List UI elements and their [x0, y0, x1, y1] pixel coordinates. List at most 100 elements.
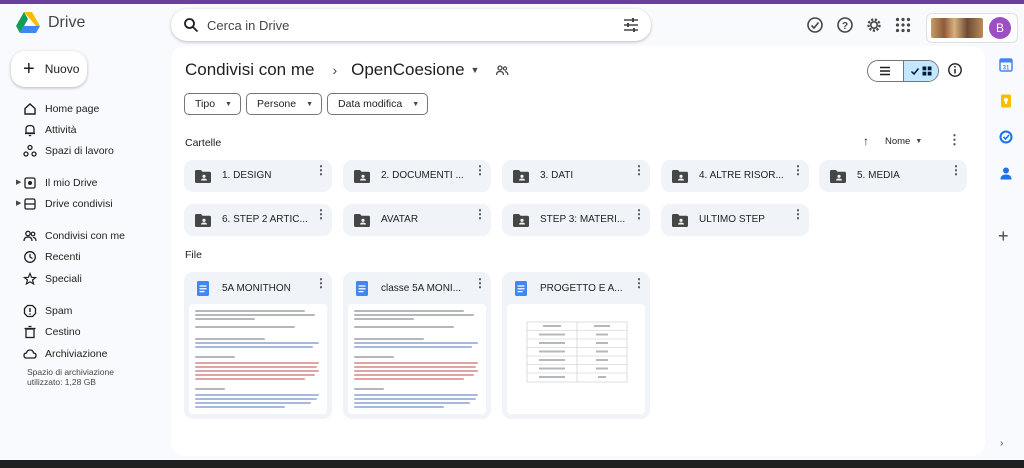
- filter-people[interactable]: Persone ▼: [245, 93, 323, 115]
- search-input[interactable]: [207, 16, 587, 34]
- sidebar-item-trash[interactable]: Cestino: [0, 322, 170, 342]
- more-options-icon[interactable]: ⋮: [474, 208, 486, 220]
- table-preview: [526, 321, 628, 383]
- trash-icon: [24, 325, 36, 339]
- list-view-button[interactable]: [868, 61, 903, 81]
- more-options-icon[interactable]: ⋮: [633, 164, 645, 176]
- sort-label: Nome: [885, 135, 911, 147]
- sidebar-item-spam[interactable]: Spam: [0, 301, 170, 321]
- more-options-icon[interactable]: ⋮: [474, 164, 486, 176]
- folder-card[interactable]: 3. DATI ⋮: [502, 160, 650, 192]
- folder-card[interactable]: 1. DESIGN ⋮: [184, 160, 332, 192]
- search-bar[interactable]: [171, 9, 651, 41]
- sidebar-item-shared-drives[interactable]: ▶ Drive condivisi: [0, 194, 170, 214]
- list-icon: [880, 66, 891, 76]
- avatar[interactable]: B: [989, 17, 1011, 39]
- folders-section-title: Cartelle: [185, 137, 222, 149]
- more-options-icon[interactable]: ⋮: [315, 277, 327, 289]
- more-options-icon[interactable]: ⋮: [792, 164, 804, 176]
- google-docs-icon: [197, 281, 209, 296]
- more-options-icon[interactable]: ⋮: [633, 277, 645, 289]
- help-icon[interactable]: ?: [836, 16, 854, 34]
- file-card[interactable]: 5A MONITHON ⋮: [184, 272, 332, 419]
- folder-card[interactable]: ULTIMO STEP ⋮: [661, 204, 809, 236]
- apps-grid-icon[interactable]: [894, 16, 912, 34]
- breadcrumb-current[interactable]: OpenCoesione: [351, 60, 464, 80]
- more-options-icon[interactable]: ⋮: [315, 164, 327, 176]
- cloud-icon: [23, 349, 37, 359]
- filter-chips: Tipo ▼ Persone ▼ Data modifica ▼: [184, 93, 429, 115]
- shared-folder-icon[interactable]: [495, 63, 509, 77]
- bottom-bar: [0, 460, 1024, 468]
- shared-folder-icon: [354, 170, 370, 183]
- folder-card[interactable]: 6. STEP 2 ARTIC... ⋮: [184, 204, 332, 236]
- shared-folder-icon: [672, 214, 688, 227]
- grid-view-button[interactable]: [902, 61, 938, 81]
- check-icon: [910, 68, 920, 76]
- sidebar-item-my-drive[interactable]: ▶ Il mio Drive: [0, 173, 170, 193]
- shared-folder-icon: [195, 170, 211, 183]
- sidebar-item-shared-with-me[interactable]: Condivisi con me: [0, 226, 170, 246]
- chevron-right-icon[interactable]: ›: [1000, 438, 1003, 449]
- sidebar-item-storage[interactable]: Archiviazione: [0, 344, 170, 364]
- sidebar-item-starred[interactable]: Speciali: [0, 269, 170, 289]
- more-options-icon[interactable]: ⋮: [633, 208, 645, 220]
- folder-card[interactable]: 5. MEDIA ⋮: [819, 160, 967, 192]
- more-options-icon[interactable]: ⋮: [950, 164, 962, 176]
- clock-icon: [24, 251, 36, 263]
- expand-caret-icon[interactable]: ▶: [16, 178, 21, 186]
- chevron-down-icon: ▼: [225, 100, 232, 108]
- home-icon: [24, 103, 36, 115]
- filter-type[interactable]: Tipo ▼: [184, 93, 241, 115]
- sidebar-item-workspaces[interactable]: Spazi di lavoro: [0, 141, 170, 161]
- expand-caret-icon[interactable]: ▶: [16, 199, 21, 207]
- filter-modified-date[interactable]: Data modifica ▼: [327, 93, 429, 115]
- search-options-icon[interactable]: [623, 17, 639, 33]
- sidebar-item-label: Spam: [45, 305, 73, 317]
- more-options-icon[interactable]: ⋮: [315, 208, 327, 220]
- file-card[interactable]: PROGETTO E A... ⋮: [502, 272, 650, 419]
- file-name: 5A MONITHON: [222, 283, 291, 294]
- file-card[interactable]: classe 5A MONI... ⋮: [343, 272, 491, 419]
- folder-card[interactable]: AVATAR ⋮: [343, 204, 491, 236]
- folder-card[interactable]: STEP 3: MATERI... ⋮: [502, 204, 650, 236]
- folder-card[interactable]: 4. ALTRE RISOR... ⋮: [661, 160, 809, 192]
- sidebar-item-recent[interactable]: Recenti: [0, 247, 170, 267]
- new-button[interactable]: + Nuovo: [11, 51, 87, 87]
- calendar-icon[interactable]: 31: [999, 58, 1013, 72]
- sidebar-item-activity[interactable]: Attività: [0, 120, 170, 140]
- sort-control[interactable]: ↑ Nome ▼: [863, 134, 922, 148]
- account-switcher[interactable]: B: [926, 13, 1018, 43]
- sidebar-item-label: Attività: [45, 124, 77, 136]
- main-content: Condivisi con me › OpenCoesione ▼ Tipo ▼ …: [171, 46, 985, 456]
- chevron-down-icon: ▼: [412, 100, 420, 108]
- search-icon[interactable]: [183, 17, 199, 33]
- sidebar-item-home[interactable]: Home page: [0, 99, 170, 119]
- sidebar-item-label: Drive condivisi: [45, 198, 113, 210]
- info-icon[interactable]: [947, 62, 963, 78]
- side-panel-rail: 31 + ›: [986, 46, 1024, 456]
- drive-logo-icon: [16, 12, 40, 33]
- sidebar-item-label: Home page: [45, 103, 100, 115]
- add-addon-icon[interactable]: +: [998, 226, 1009, 247]
- plus-icon: +: [23, 58, 35, 80]
- my-drive-icon: [24, 177, 36, 189]
- offline-status-icon[interactable]: [806, 16, 824, 34]
- sidebar-item-label: Condivisi con me: [45, 230, 125, 242]
- settings-gear-icon[interactable]: [865, 16, 883, 34]
- sidebar-item-label: Speciali: [45, 273, 82, 285]
- more-options-icon[interactable]: ⋮: [948, 133, 961, 146]
- folder-card[interactable]: 2. DOCUMENTI ... ⋮: [343, 160, 491, 192]
- new-button-label: Nuovo: [44, 62, 80, 76]
- sort-direction-icon[interactable]: ↑: [863, 134, 869, 148]
- keep-icon[interactable]: [999, 94, 1013, 108]
- contacts-icon[interactable]: [999, 166, 1013, 180]
- more-options-icon[interactable]: ⋮: [792, 208, 804, 220]
- chevron-down-icon[interactable]: ▼: [471, 65, 480, 75]
- breadcrumb-root[interactable]: Condivisi con me: [185, 60, 314, 80]
- more-options-icon[interactable]: ⋮: [474, 277, 486, 289]
- tasks-icon[interactable]: [999, 130, 1013, 144]
- shared-folder-icon: [195, 214, 211, 227]
- shared-folder-icon: [354, 214, 370, 227]
- drive-logo[interactable]: Drive: [16, 12, 85, 34]
